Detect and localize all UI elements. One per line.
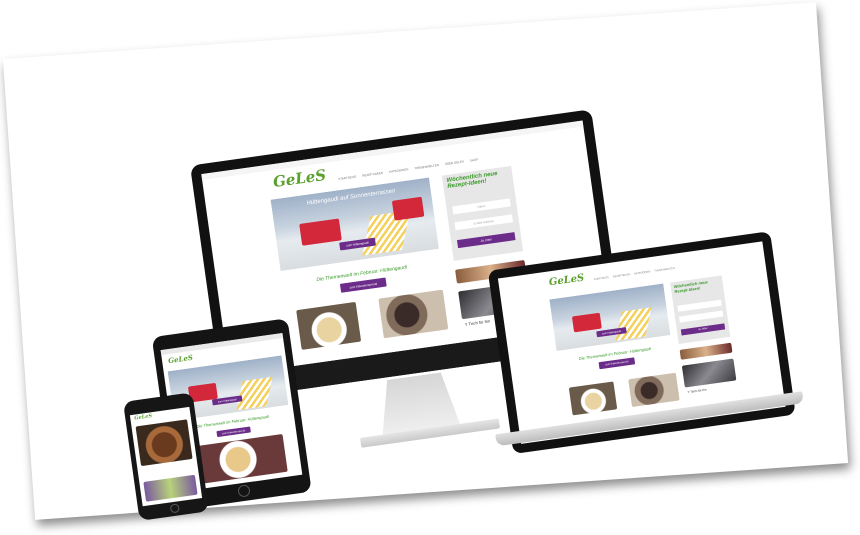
showcase-card: GeLeS STARTSEITE REZEPTIDEEN KATEGORIEN …	[2, 2, 849, 521]
home-button[interactable]	[169, 503, 180, 514]
newsletter-sidebar: Wöchentlich neue Rezept-Ideen! Name E-Ma…	[441, 165, 524, 261]
recipe-thumbnail[interactable]	[296, 301, 362, 350]
recipe-thumbnail[interactable]	[628, 372, 680, 408]
subscribe-button[interactable]: Ja, bitte!	[680, 323, 726, 336]
nav-item-shop[interactable]: SHOP	[470, 157, 479, 162]
recipe-thumbnail[interactable]	[378, 289, 449, 339]
nav-item-themenwelten[interactable]: THEMENWELTEN	[414, 163, 439, 170]
sidebar-thumbnail[interactable]	[679, 342, 733, 360]
recipe-thumbnail[interactable]	[143, 474, 198, 502]
nav-item-kategorien[interactable]: KATEGORIEN	[389, 167, 409, 174]
newsletter-sidebar: Wöchentlich neue Rezept-Ideen! Ja, bitte…	[670, 275, 731, 344]
subscribe-button[interactable]: Ja, bitte!	[456, 232, 516, 249]
nav-item-themenwelten[interactable]: THEMENWELTEN	[654, 267, 675, 273]
email-field[interactable]: E-Mail-Adresse	[454, 214, 514, 231]
site-logo[interactable]: GeLeS	[548, 273, 585, 289]
nav-item-kategorien[interactable]: KATEGORIEN	[634, 270, 650, 275]
nav-item-rezeptideen[interactable]: REZEPTIDEEN	[613, 273, 631, 278]
name-field[interactable]: Name	[452, 198, 511, 215]
newsletter-title: Wöchentlich neue Rezept-Ideen!	[673, 279, 708, 295]
cta-button[interactable]: zum Kalenderspecial	[598, 357, 636, 370]
phone-screen: GeLeS	[129, 406, 203, 507]
browser-bar	[160, 333, 284, 356]
cta-button[interactable]: zum Kalenderspecial	[216, 426, 251, 438]
sidebar-thumbnail[interactable]	[681, 358, 737, 388]
site-logo[interactable]: GeLeS	[134, 413, 152, 421]
nav-item-startseite[interactable]: STARTSEITE	[338, 175, 357, 181]
nav-item-rezeptideen[interactable]: REZEPTIDEEN	[362, 171, 383, 178]
sidebar-tag: Y Tisch für Ihn	[687, 387, 707, 395]
responsive-device-mockup: GeLeS STARTSEITE REZEPTIDEEN KATEGORIEN …	[3, 2, 848, 521]
cta-button[interactable]: zum Kalenderspecial	[339, 277, 387, 293]
site-logo[interactable]: GeLeS	[272, 166, 327, 191]
hero-image: Hüttengaudi auf Sonnenterrassen zum Hütt…	[270, 177, 439, 272]
name-field[interactable]	[677, 299, 722, 312]
site-logo[interactable]: GeLeS	[168, 353, 194, 365]
home-button[interactable]	[236, 484, 251, 498]
recipe-thumbnail[interactable]	[568, 381, 618, 416]
nav-item-ueber[interactable]: ÜBER GELES	[445, 159, 465, 166]
recipe-thumbnail[interactable]	[135, 419, 193, 467]
nav-item-startseite[interactable]: STARTSEITE	[594, 276, 609, 281]
sidebar-tag: Y Tisch für Ihn	[464, 318, 491, 327]
main-nav: STARTSEITE REZEPTIDEEN KATEGORIEN THEMEN…	[594, 267, 675, 281]
hero-image: zum Hüttengaudi	[549, 283, 671, 352]
newsletter-title: Wöchentlich neue Rezept-Ideen!	[446, 170, 498, 190]
email-field[interactable]	[678, 310, 724, 323]
